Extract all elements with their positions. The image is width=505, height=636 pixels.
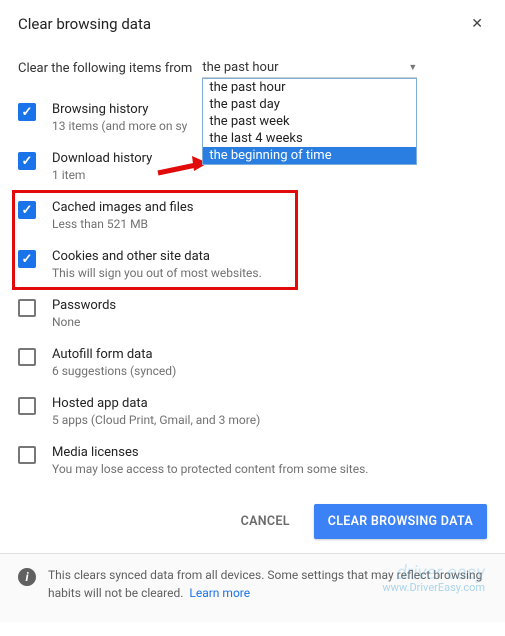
close-icon[interactable]: ✕ (467, 14, 487, 34)
data-type-subtext: 1 item (52, 168, 487, 182)
time-range-option[interactable]: the past week (203, 113, 416, 130)
data-type-row: Cookies and other site data This will sig… (18, 241, 487, 290)
chevron-down-icon: ▼ (408, 62, 417, 73)
data-type-checkbox[interactable] (18, 152, 36, 170)
data-type-subtext: 5 apps (Cloud Print, Gmail, and 3 more) (52, 413, 487, 427)
data-type-label: Passwords (52, 298, 487, 313)
cancel-button[interactable]: CANCEL (241, 514, 290, 529)
data-type-subtext: None (52, 315, 487, 329)
data-type-checkbox[interactable] (18, 103, 36, 121)
data-type-row: Autofill form data 6 suggestions (synced) (18, 339, 487, 388)
data-type-row: Media licenses You may lose access to pro… (18, 437, 487, 486)
footer-text: This clears synced data from all devices… (48, 566, 487, 602)
clear-browsing-data-button[interactable]: CLEAR BROWSING DATA (314, 504, 487, 539)
time-range-option[interactable]: the beginning of time (203, 147, 416, 164)
data-type-label: Media licenses (52, 445, 487, 460)
data-type-row: Cached images and files Less than 521 MB (18, 192, 487, 241)
data-type-subtext: 6 suggestions (synced) (52, 364, 487, 378)
data-type-label: Hosted app data (52, 396, 487, 411)
data-type-label: Cached images and files (52, 200, 487, 215)
data-type-checkbox[interactable] (18, 348, 36, 366)
dialog-title: Clear browsing data (18, 15, 151, 33)
time-range-label: Clear the following items from (18, 61, 192, 76)
data-type-checkbox[interactable] (18, 250, 36, 268)
time-range-dropdown[interactable]: the past hourthe past daythe past weekth… (202, 78, 417, 165)
time-range-option[interactable]: the past hour (203, 79, 416, 96)
data-type-checkbox[interactable] (18, 397, 36, 415)
data-type-checkbox[interactable] (18, 299, 36, 317)
data-type-checkbox[interactable] (18, 201, 36, 219)
data-type-label: Cookies and other site data (52, 249, 487, 264)
time-range-select[interactable]: the past hour ▼ (202, 58, 417, 78)
time-range-option[interactable]: the past day (203, 96, 416, 113)
time-range-option[interactable]: the last 4 weeks (203, 130, 416, 147)
data-type-checkbox[interactable] (18, 446, 36, 464)
data-type-subtext: You may lose access to protected content… (52, 462, 487, 476)
info-icon: i (18, 568, 36, 586)
time-range-selected: the past hour (202, 60, 278, 75)
data-type-subtext: This will sign you out of most websites. (52, 266, 487, 280)
data-type-row: Passwords None (18, 290, 487, 339)
data-type-subtext: Less than 521 MB (52, 217, 487, 231)
data-type-label: Autofill form data (52, 347, 487, 362)
learn-more-link[interactable]: Learn more (189, 586, 250, 600)
data-type-row: Hosted app data 5 apps (Cloud Print, Gmai… (18, 388, 487, 437)
